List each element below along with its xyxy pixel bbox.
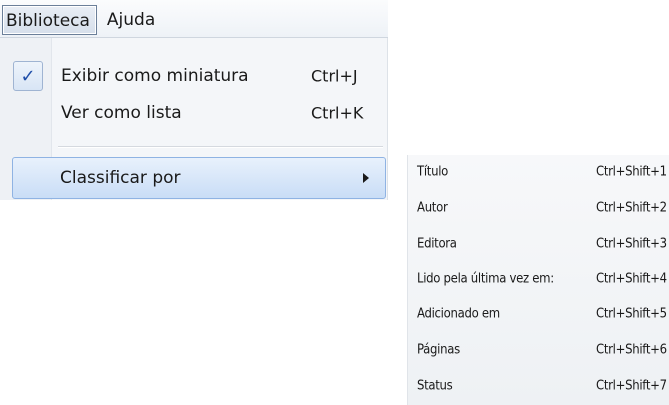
submenu-item-shortcut: Ctrl+Shift+5 (596, 306, 667, 322)
check-icon: ✓ (13, 61, 43, 91)
chevron-right-icon (363, 173, 369, 183)
submenu-item-shortcut: Ctrl+Shift+2 (596, 200, 667, 216)
submenu-item-label: Páginas (417, 342, 460, 358)
submenu-item-autor[interactable]: Autor Ctrl+Shift+2 (408, 191, 669, 225)
menu-item-classificar-por[interactable]: Classificar por (12, 157, 386, 199)
menu-item-label: Ver como lista (61, 103, 182, 123)
menu-item-ver-lista[interactable]: Ver como lista Ctrl+K (0, 92, 388, 134)
menu-separator (58, 146, 383, 147)
submenu-item-adicionado[interactable]: Adicionado em Ctrl+Shift+5 (408, 297, 669, 331)
submenu-item-label: Editora (417, 236, 457, 252)
submenu-item-label: Adicionado em (417, 306, 500, 322)
submenu-item-label: Autor (417, 200, 448, 216)
menu-item-label: Classificar por (60, 168, 181, 188)
submenu-item-lido[interactable]: Lido pela última vez em: Ctrl+Shift+4 (408, 262, 669, 296)
menu-ajuda[interactable]: Ajuda (103, 5, 163, 35)
submenu-item-shortcut: Ctrl+Shift+4 (596, 271, 667, 287)
submenu-item-label: Status (417, 378, 453, 394)
menu-item-label: Exibir como miniatura (61, 66, 249, 86)
menu-bar: Biblioteca Ajuda (0, 0, 388, 38)
submenu-item-shortcut: Ctrl+Shift+1 (596, 164, 667, 180)
submenu-item-shortcut: Ctrl+Shift+3 (596, 236, 667, 252)
submenu-item-label: Título (417, 164, 448, 180)
menu-biblioteca[interactable]: Biblioteca (2, 4, 97, 35)
submenu-item-shortcut: Ctrl+Shift+6 (596, 342, 667, 358)
menu-item-exibir-miniatura[interactable]: ✓ Exibir como miniatura Ctrl+J (0, 55, 388, 97)
submenu-item-titulo[interactable]: Título Ctrl+Shift+1 (408, 155, 669, 189)
classificar-submenu: Título Ctrl+Shift+1 Autor Ctrl+Shift+2 E… (407, 155, 669, 405)
app-window: Biblioteca Ajuda ✓ Exibir como miniatura… (0, 0, 669, 405)
submenu-item-editora[interactable]: Editora Ctrl+Shift+3 (408, 227, 669, 261)
menu-item-shortcut: Ctrl+J (311, 66, 358, 86)
submenu-item-status[interactable]: Status Ctrl+Shift+7 (408, 369, 669, 403)
submenu-item-shortcut: Ctrl+Shift+7 (596, 378, 667, 394)
submenu-item-label: Lido pela última vez em: (417, 271, 554, 287)
submenu-item-paginas[interactable]: Páginas Ctrl+Shift+6 (408, 333, 669, 367)
biblioteca-dropdown: ✓ Exibir como miniatura Ctrl+J Ver como … (0, 38, 388, 200)
menu-item-shortcut: Ctrl+K (311, 103, 364, 123)
